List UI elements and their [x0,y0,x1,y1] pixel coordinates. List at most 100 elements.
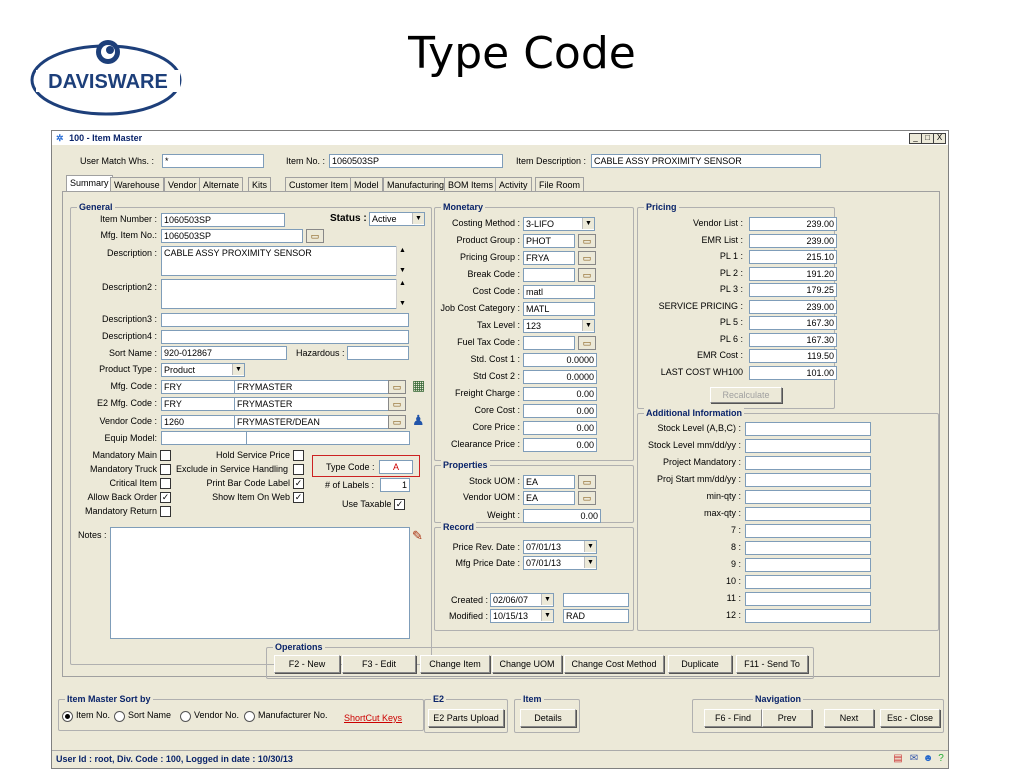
additional-info-field[interactable] [745,507,871,521]
monetary-field[interactable]: matl [523,285,595,299]
pricing-field[interactable]: 191.20 [749,266,837,281]
mfg-name-field[interactable]: FRYMASTER [234,380,390,394]
additional-info-field[interactable] [745,575,871,589]
tab-model[interactable]: Model [350,177,383,192]
additional-info-field[interactable] [745,439,871,453]
close-window-button[interactable]: Esc - Close [880,709,940,727]
folder-icon[interactable]: ▭ [388,397,406,411]
product-type-select[interactable]: Product ▼ [161,363,245,377]
hazardous-field[interactable] [347,346,409,360]
weight-field[interactable]: 0.00 [523,509,601,523]
edit-button[interactable]: F3 - Edit [342,655,416,673]
chevron-down-icon[interactable]: ▼ [412,213,424,224]
vendor-name-field[interactable]: FRYMASTER/DEAN [234,415,390,429]
tab-customer-item[interactable]: Customer Item [285,177,353,192]
item-number-field[interactable]: 1060503SP [161,213,285,227]
pdf-icon[interactable]: ▤ [892,753,904,764]
monetary-field[interactable]: PHOT [523,234,575,248]
price-rev-field[interactable]: 07/01/13 ▼ [523,540,597,554]
monetary-field[interactable]: 0.0000 [523,353,597,367]
created-by-field[interactable] [563,593,629,607]
critical-item-checkbox[interactable] [160,478,171,489]
pricing-field[interactable]: 239.00 [749,233,837,248]
status-select[interactable]: Active ▼ [369,212,425,226]
description3-field[interactable] [161,313,409,327]
folder-icon[interactable]: ▭ [578,491,596,505]
additional-info-field[interactable] [745,541,871,555]
folder-icon[interactable]: ▭ [578,251,596,265]
monetary-field[interactable]: 123 ▼ [523,319,595,333]
pricing-field[interactable]: 167.30 [749,316,837,330]
sort-vendor-no-radio[interactable] [180,711,191,722]
vendor-uom-field[interactable]: EA [523,491,575,505]
additional-info-field[interactable] [745,490,871,504]
close-button[interactable]: X [933,133,946,144]
vendor-code-field[interactable]: 1260 [161,415,235,429]
person-icon[interactable]: ♟ [412,411,430,429]
chevron-down-icon[interactable]: ▼ [584,557,596,568]
e2-parts-upload-button[interactable]: E2 Parts Upload [428,709,504,727]
help-icon[interactable]: ? [935,753,947,764]
stock-uom-field[interactable]: EA [523,475,575,489]
tab-summary[interactable]: Summary [66,175,113,192]
shortcut-keys-link[interactable]: ShortCut Keys [344,712,402,724]
pricing-field[interactable]: 239.00 [749,299,837,314]
grid-icon[interactable]: ▦ [412,377,430,393]
folder-icon[interactable]: ▭ [578,268,596,282]
prev-button[interactable]: Prev [762,709,812,727]
created-date-field[interactable]: 02/06/07 ▼ [490,593,554,607]
additional-info-field[interactable] [745,609,871,623]
find-button[interactable]: F6 - Find [704,709,762,727]
chevron-down-icon[interactable]: ▼ [541,594,553,605]
mandatory-return-checkbox[interactable] [160,506,171,517]
monetary-field[interactable] [523,336,575,350]
folder-icon[interactable]: ▭ [388,415,406,429]
monetary-field[interactable]: MATL [523,302,595,316]
chevron-down-icon[interactable]: ▼ [584,541,596,552]
monetary-field[interactable]: 0.0000 [523,370,597,384]
equip-model-extra-field[interactable] [246,431,410,445]
equip-model-field[interactable] [161,431,247,445]
additional-info-field[interactable] [745,473,871,487]
pricing-field[interactable]: 239.00 [749,217,837,231]
monetary-field[interactable]: FRYA [523,251,575,265]
use-taxable-checkbox[interactable]: ✓ [394,499,405,510]
type-code-field[interactable]: A [379,460,413,474]
modified-by-field[interactable]: RAD [563,609,629,623]
edit-note-icon[interactable]: ✎ [412,527,430,545]
user-icon[interactable]: ☻ [922,753,934,764]
chevron-down-icon[interactable]: ▼ [582,320,594,331]
monetary-field[interactable]: 0.00 [523,404,597,418]
note-icon[interactable]: ✉ [908,753,920,764]
tab-kits[interactable]: Kits [248,177,272,192]
chevron-down-icon[interactable]: ▼ [541,610,553,621]
send-to-button[interactable]: F11 - Send To [736,655,808,673]
user-match-field[interactable]: * [162,154,264,168]
change-item-button[interactable]: Change Item [420,655,490,673]
chevron-down-icon[interactable]: ▼ [232,364,244,375]
folder-icon[interactable]: ▭ [578,475,596,489]
folder-icon[interactable]: ▭ [306,229,324,243]
exclude-service-checkbox[interactable] [293,464,304,475]
mandatory-truck-checkbox[interactable] [160,464,171,475]
pricing-field[interactable]: 119.50 [749,349,837,363]
e2-mfg-code-field[interactable]: FRY [161,397,235,411]
change-cost-method-button[interactable]: Change Cost Method [564,655,664,673]
additional-info-field[interactable] [745,592,871,606]
tab-bom-items[interactable]: BOM Items [444,177,498,192]
description-scrollbar[interactable]: ▲ ▼ [396,246,408,276]
change-uom-button[interactable]: Change UOM [492,655,562,673]
additional-info-field[interactable] [745,558,871,572]
additional-info-field[interactable] [745,524,871,538]
pricing-field[interactable]: 215.10 [749,250,837,264]
monetary-field[interactable]: 0.00 [523,387,597,401]
additional-info-field[interactable] [745,456,871,470]
monetary-field[interactable] [523,268,575,282]
monetary-field[interactable]: 3-LIFO ▼ [523,217,595,231]
pricing-field[interactable]: 179.25 [749,283,837,297]
chevron-down-icon[interactable]: ▼ [582,218,594,229]
modified-date-field[interactable]: 10/15/13 ▼ [490,609,554,623]
tab-alternate[interactable]: Alternate [199,177,244,192]
e2-mfg-name-field[interactable]: FRYMASTER [234,397,390,411]
tab-warehouse[interactable]: Warehouse [110,177,164,192]
